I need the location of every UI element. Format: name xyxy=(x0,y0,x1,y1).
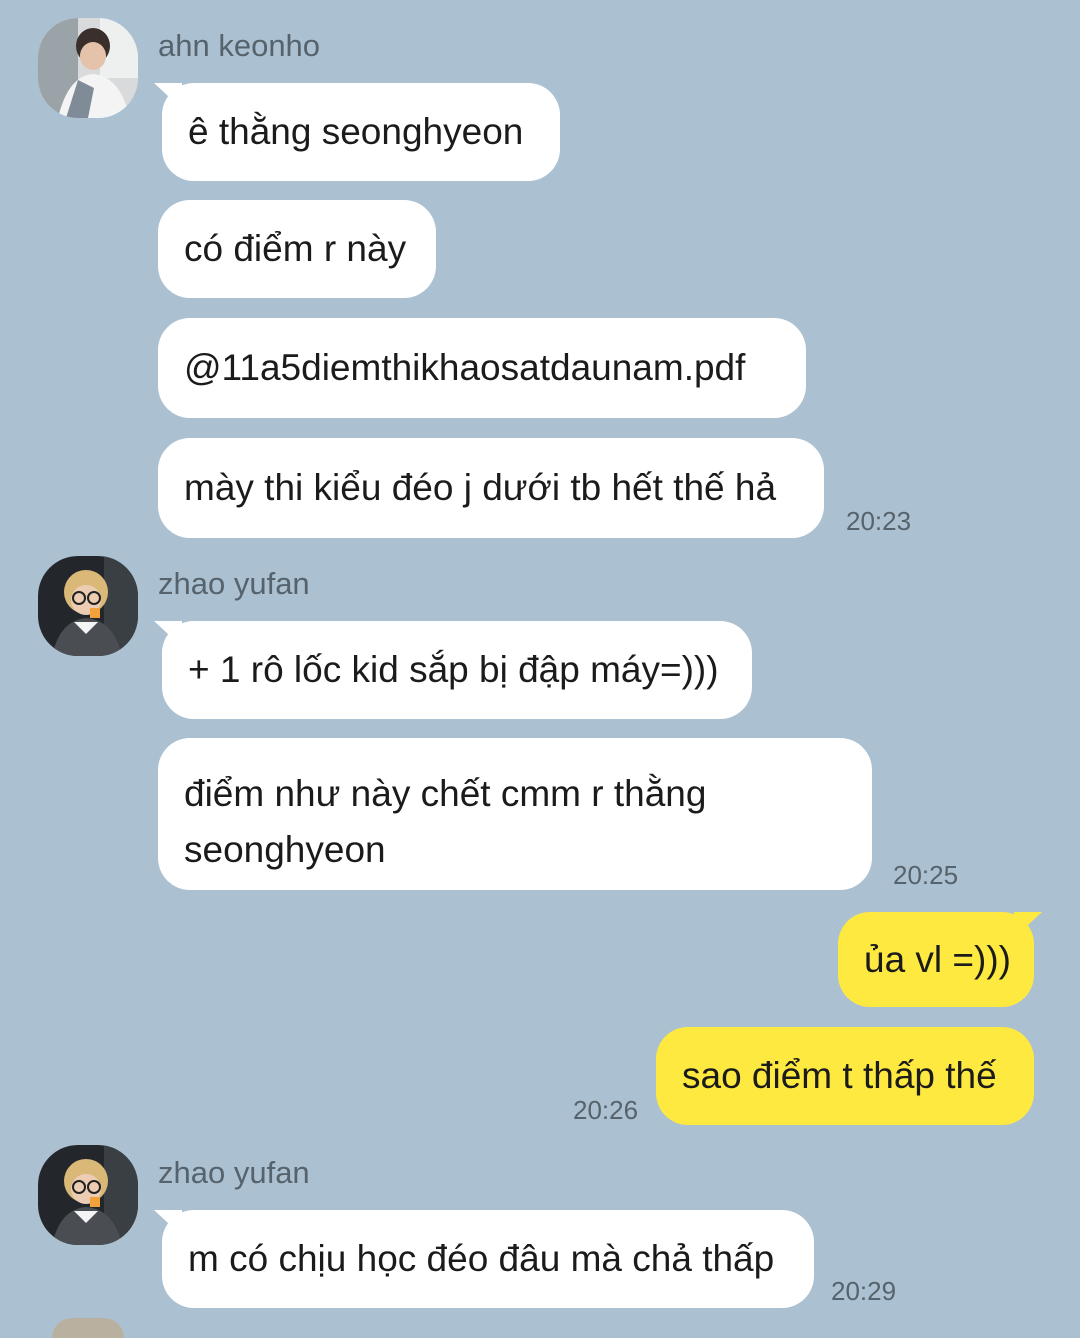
message-bubble[interactable]: có điểm r này xyxy=(158,200,436,298)
profile-photo-icon xyxy=(38,556,138,656)
profile-photo-icon xyxy=(38,1145,138,1245)
message-text: ủa vl =))) xyxy=(864,938,1012,980)
avatar-ahn-keonho[interactable] xyxy=(38,18,138,118)
profile-photo-icon xyxy=(38,18,138,118)
message-bubble[interactable]: m có chịu học đéo đâu mà chả thấp xyxy=(162,1210,814,1308)
message-bubble[interactable]: @11a5diemthikhaosatdaunam.pdf xyxy=(158,318,806,418)
avatar-zhao-yufan[interactable] xyxy=(38,556,138,656)
message-text: + 1 rô lốc kid sắp bị đập máy=))) xyxy=(188,649,719,690)
message-bubble[interactable]: ê thằng seonghyeon xyxy=(162,83,560,181)
message-timestamp: 20:23 xyxy=(846,506,912,536)
sender-name: zhao yufan xyxy=(158,566,310,601)
message-bubble[interactable]: + 1 rô lốc kid sắp bị đập máy=))) xyxy=(162,621,752,719)
message-text: ê thằng seonghyeon xyxy=(188,111,524,152)
message-timestamp: 20:26 xyxy=(573,1095,639,1125)
message-timestamp: 20:25 xyxy=(893,860,959,890)
message-text: có điểm r này xyxy=(184,228,407,269)
message-text: mày thi kiểu đéo j dưới tb hết thế hả xyxy=(184,467,777,508)
message-text: m có chịu học đéo đâu mà chả thấp xyxy=(188,1238,775,1279)
message-bubble-outgoing[interactable]: sao điểm t thấp thế xyxy=(656,1027,1034,1125)
message-text: sao điểm t thấp thế xyxy=(682,1055,997,1096)
message-attachment-link[interactable]: @11a5diemthikhaosatdaunam.pdf xyxy=(184,340,745,396)
message-bubble-outgoing[interactable]: ủa vl =))) xyxy=(838,912,1034,1007)
sender-name: ahn keonho xyxy=(158,28,321,63)
sender-name: zhao yufan xyxy=(158,1155,310,1190)
next-avatar-partial xyxy=(52,1318,124,1338)
message-bubble[interactable]: mày thi kiểu đéo j dưới tb hết thế hả xyxy=(158,438,824,538)
avatar-zhao-yufan[interactable] xyxy=(38,1145,138,1245)
message-timestamp: 20:29 xyxy=(831,1276,897,1306)
message-bubble[interactable]: điểm như này chết cmm r thằng seonghyeon xyxy=(158,738,872,890)
message-text: điểm như này chết cmm r thằng seonghyeon xyxy=(184,773,707,870)
